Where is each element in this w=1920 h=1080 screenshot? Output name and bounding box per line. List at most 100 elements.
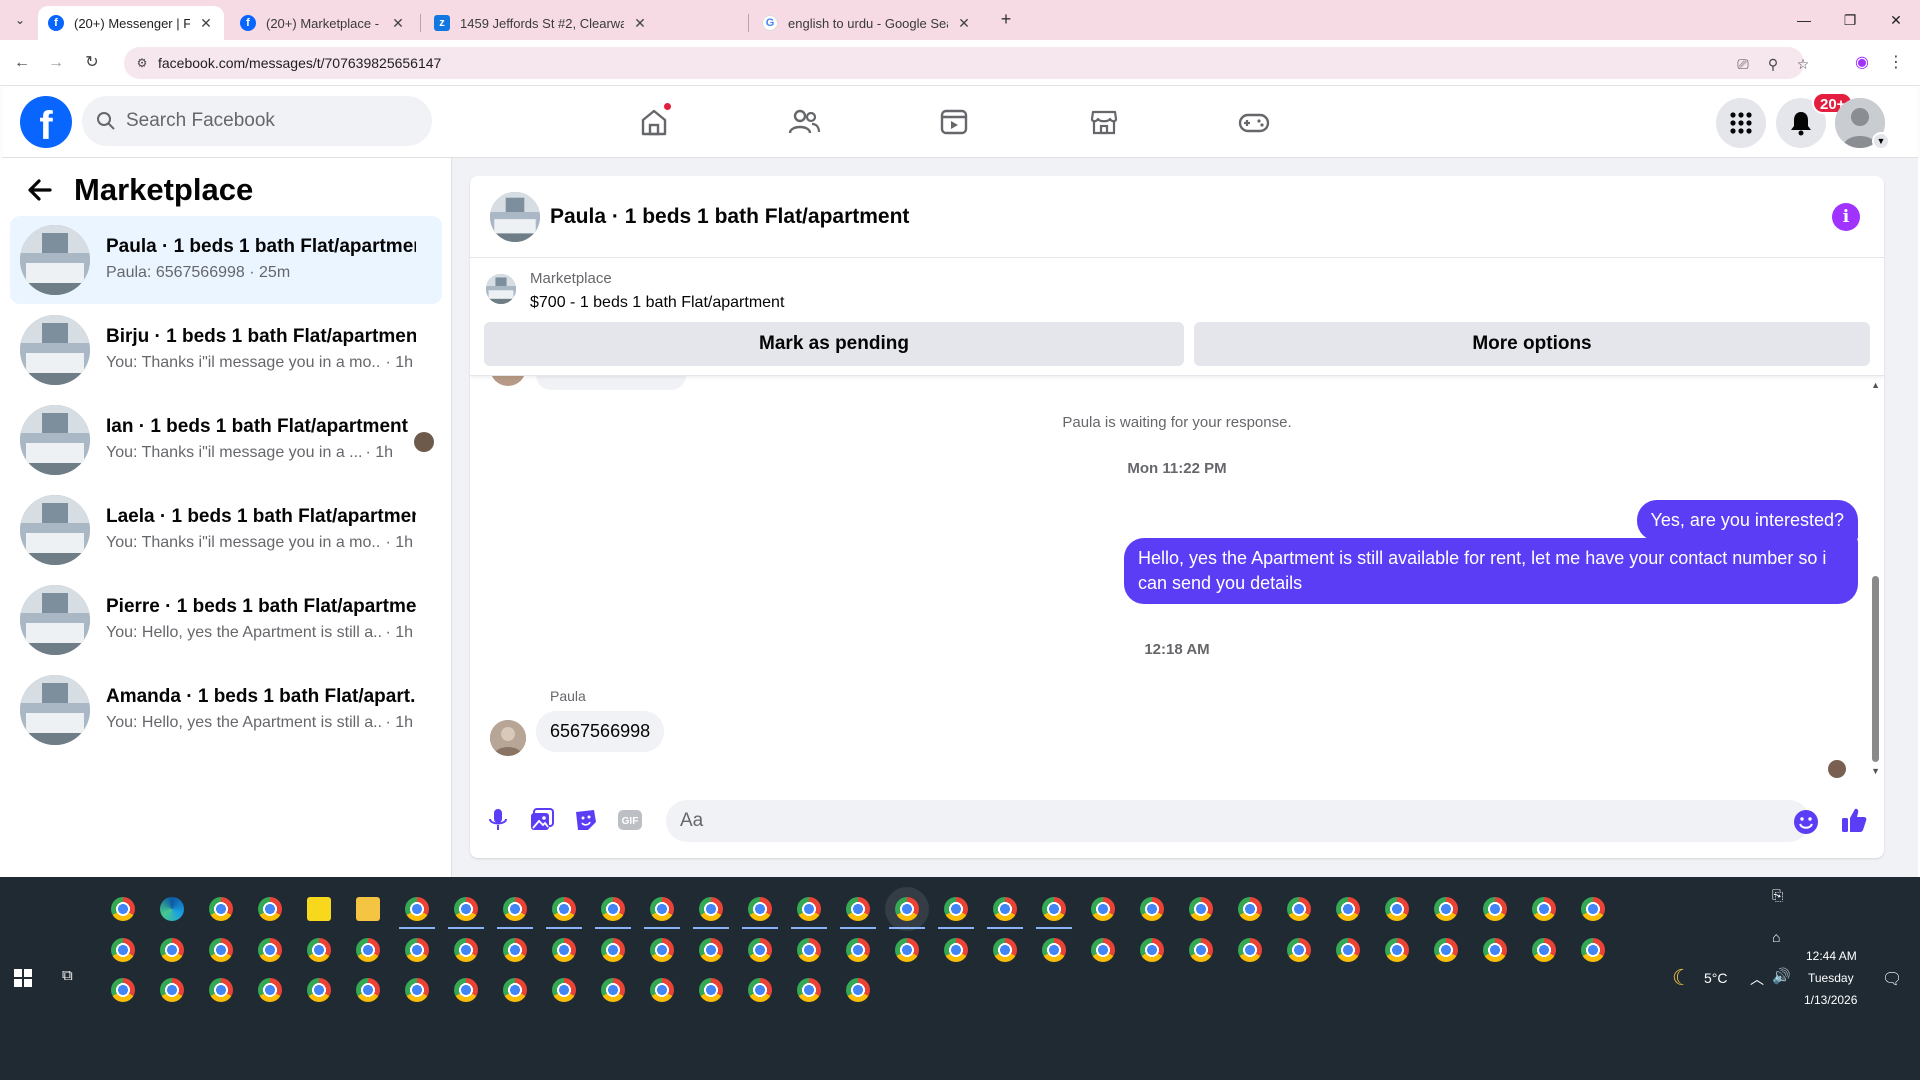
- conversation-item[interactable]: Amanda · 1 beds 1 bath Flat/apart... You…: [10, 666, 442, 754]
- chevron-up-icon[interactable]: ︿: [1750, 969, 1764, 989]
- tray-network-icon[interactable]: ⌂: [1772, 929, 1780, 945]
- bookmark-star-icon[interactable]: ☆: [1794, 55, 1812, 73]
- listing-thumbnail[interactable]: [486, 274, 516, 304]
- chrome-browser-icon[interactable]: [258, 978, 282, 1002]
- chrome-browser-icon[interactable]: [454, 978, 478, 1002]
- outgoing-message[interactable]: Hello, yes the Apartment is still availa…: [1124, 538, 1858, 604]
- marketplace-nav-button[interactable]: [1082, 100, 1126, 144]
- chrome-browser-icon[interactable]: [454, 938, 478, 962]
- browser-menu-icon[interactable]: ⋮: [1884, 51, 1908, 75]
- chrome-browser-icon[interactable]: [1140, 938, 1164, 962]
- chrome-browser-icon[interactable]: [209, 978, 233, 1002]
- chrome-browser-icon[interactable]: [650, 978, 674, 1002]
- conversation-item[interactable]: Paula · 1 beds 1 bath Flat/apartment Pau…: [10, 216, 442, 304]
- chrome-browser-icon[interactable]: [742, 897, 778, 929]
- chrome-browser-icon[interactable]: [1042, 938, 1066, 962]
- scroll-up-arrow-icon[interactable]: ▲: [1871, 380, 1880, 390]
- site-info-icon[interactable]: ⚙: [134, 55, 150, 71]
- chrome-browser-icon[interactable]: [1287, 938, 1311, 962]
- profile-icon[interactable]: ◉: [1850, 51, 1874, 75]
- menu-button[interactable]: [1716, 98, 1766, 148]
- chrome-browser-icon[interactable]: [1238, 938, 1262, 962]
- task-view-icon[interactable]: ⧉: [62, 967, 82, 987]
- chrome-browser-icon[interactable]: [405, 938, 429, 962]
- chat-title[interactable]: Paula · 1 beds 1 bath Flat/apartment: [550, 205, 909, 229]
- chrome-browser-icon[interactable]: [1483, 938, 1507, 962]
- back-arrow-icon[interactable]: [26, 176, 54, 204]
- chrome-browser-icon[interactable]: [160, 978, 184, 1002]
- chrome-browser-icon[interactable]: [601, 978, 625, 1002]
- sticky-notes-icon[interactable]: [307, 897, 331, 921]
- clock-time[interactable]: 12:44 AM: [1806, 949, 1857, 963]
- search-input[interactable]: [126, 107, 416, 135]
- chrome-browser-icon[interactable]: [258, 938, 282, 962]
- chrome-browser-icon[interactable]: [552, 938, 576, 962]
- conversation-item[interactable]: Laela · 1 beds 1 bath Flat/apartment You…: [10, 486, 442, 574]
- chrome-browser-icon[interactable]: [307, 978, 331, 1002]
- chrome-browser-icon[interactable]: [650, 938, 674, 962]
- chrome-browser-icon[interactable]: [111, 938, 135, 962]
- message-input[interactable]: [666, 800, 1810, 842]
- incoming-message[interactable]: 6567566998: [536, 711, 665, 752]
- chrome-browser-icon[interactable]: [1385, 938, 1409, 962]
- scrollbar-thumb[interactable]: [1872, 576, 1879, 762]
- chevron-down-icon[interactable]: ▼: [1872, 132, 1890, 150]
- new-tab-button[interactable]: +: [996, 10, 1016, 30]
- chrome-browser-icon[interactable]: [1189, 938, 1213, 962]
- chrome-browser-icon[interactable]: [503, 978, 527, 1002]
- file-explorer-icon[interactable]: [356, 897, 380, 921]
- friends-nav-button[interactable]: [782, 100, 826, 144]
- chrome-browser-icon[interactable]: [1434, 897, 1458, 921]
- chrome-browser-icon[interactable]: [160, 938, 184, 962]
- sender-avatar[interactable]: [490, 720, 526, 756]
- chrome-browser-icon[interactable]: [552, 978, 576, 1002]
- mark-as-pending-button[interactable]: Mark as pending: [484, 322, 1184, 366]
- reload-icon[interactable]: ↻: [80, 51, 104, 75]
- chrome-browser-icon[interactable]: [840, 897, 876, 929]
- install-app-icon[interactable]: ⎚: [1734, 55, 1752, 73]
- chrome-browser-icon[interactable]: [895, 938, 919, 962]
- zoom-icon[interactable]: ⚲: [1764, 55, 1782, 73]
- photo-icon[interactable]: [528, 806, 556, 834]
- back-arrow-icon[interactable]: ←: [10, 51, 34, 75]
- chrome-browser-icon[interactable]: [748, 938, 772, 962]
- weather-moon-icon[interactable]: ☾: [1672, 965, 1692, 991]
- facebook-search[interactable]: [82, 96, 432, 146]
- chrome-browser-icon[interactable]: [399, 897, 435, 929]
- gaming-nav-button[interactable]: [1232, 100, 1276, 144]
- tab-zillow[interactable]: z 1459 Jeffords St #2, Clearwater ✕: [424, 6, 742, 40]
- tab-messenger[interactable]: f (20+) Messenger | Facebook ✕: [38, 6, 224, 40]
- thumbs-up-icon[interactable]: [1840, 806, 1868, 834]
- chrome-browser-icon[interactable]: [405, 978, 429, 1002]
- chrome-browser-icon[interactable]: [748, 978, 772, 1002]
- chrome-browser-icon[interactable]: [601, 938, 625, 962]
- restore-button[interactable]: ❐: [1830, 8, 1870, 32]
- chrome-browser-icon[interactable]: [846, 938, 870, 962]
- address-bar[interactable]: ⚙ facebook.com/messages/t/70763982565614…: [124, 47, 1809, 79]
- more-options-button[interactable]: More options: [1194, 322, 1870, 366]
- url-text[interactable]: facebook.com/messages/t/707639825656147: [158, 55, 441, 71]
- forward-arrow-icon[interactable]: →: [44, 51, 68, 75]
- edge-browser-icon[interactable]: [160, 897, 184, 921]
- chrome-browser-icon[interactable]: [846, 978, 870, 1002]
- chrome-browser-icon[interactable]: [1483, 897, 1507, 921]
- chrome-browser-icon[interactable]: [1091, 897, 1115, 921]
- chrome-browser-icon[interactable]: [1336, 938, 1360, 962]
- chrome-browser-icon[interactable]: [1581, 897, 1605, 921]
- conversation-item[interactable]: Pierre · 1 beds 1 bath Flat/apartment Yo…: [10, 576, 442, 664]
- chrome-browser-icon[interactable]: [1091, 938, 1115, 962]
- chrome-browser-icon[interactable]: [938, 897, 974, 929]
- chrome-browser-icon[interactable]: [1140, 897, 1164, 921]
- weather-temperature[interactable]: 5°C: [1704, 970, 1728, 986]
- chrome-browser-icon[interactable]: [111, 978, 135, 1002]
- facebook-logo-icon[interactable]: f: [20, 96, 72, 148]
- microphone-icon[interactable]: [484, 806, 512, 834]
- scroll-down-arrow-icon[interactable]: ▼: [1871, 766, 1880, 776]
- chrome-browser-icon[interactable]: [546, 897, 582, 929]
- clock-day[interactable]: Tuesday: [1808, 971, 1854, 985]
- chat-avatar[interactable]: [490, 192, 540, 242]
- chrome-browser-icon[interactable]: [987, 897, 1023, 929]
- minimize-button[interactable]: —: [1784, 8, 1824, 32]
- volume-icon[interactable]: 🔊: [1772, 967, 1791, 985]
- chrome-browser-icon[interactable]: [993, 938, 1017, 962]
